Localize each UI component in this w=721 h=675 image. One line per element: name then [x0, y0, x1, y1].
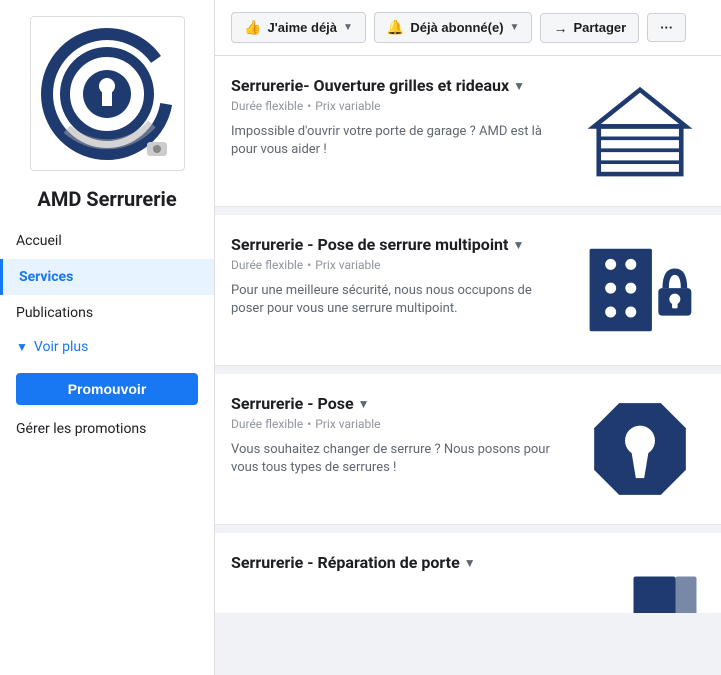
service-desc-2: Pour une meilleure sécurité, nous nous o… — [231, 282, 559, 318]
thumbs-up-icon: 👍 — [244, 19, 261, 36]
service-info-2: Serrurerie - Pose de serrure multipoint … — [231, 235, 575, 318]
jaime-button[interactable]: 👍 J'aime déjà ▼ — [231, 12, 366, 43]
voir-plus-label: Voir plus — [34, 339, 88, 355]
page-name: AMD Serrurerie — [0, 179, 214, 223]
nav-item-accueil[interactable]: Accueil — [0, 223, 214, 259]
service-card-2: Serrurerie - Pose de serrure multipoint … — [215, 215, 721, 366]
nav-item-services[interactable]: Services — [0, 259, 214, 295]
more-label: ··· — [660, 20, 673, 35]
service-image-1 — [575, 76, 705, 186]
service-meta-3: Durée flexible • Prix variable — [231, 417, 559, 431]
service-title-1: Serrurerie- Ouverture grilles et rideaux… — [231, 76, 559, 95]
more-button[interactable]: ··· — [647, 13, 686, 42]
chevron-down-icon: ▼ — [358, 397, 370, 411]
share-icon: → — [553, 20, 567, 36]
service-image-3 — [575, 394, 705, 504]
nav-item-publications[interactable]: Publications — [0, 295, 214, 331]
service-title-3: Serrurerie - Pose ▼ — [231, 394, 559, 413]
action-bar: 👍 J'aime déjà ▼ 🔔 Déjà abonné(e) ▼ → Par… — [215, 0, 721, 56]
service-card-4-partial: Serrurerie - Réparation de porte ▼ — [215, 533, 721, 613]
partager-label: Partager — [573, 20, 626, 35]
jaime-label: J'aime déjà — [267, 20, 337, 35]
main-content: 👍 J'aime déjà ▼ 🔔 Déjà abonné(e) ▼ → Par… — [215, 0, 721, 675]
gerer-promotions-link[interactable]: Gérer les promotions — [0, 415, 214, 449]
service-title-4: Serrurerie - Réparation de porte ▼ — [231, 553, 609, 572]
chevron-down-icon: ▼ — [16, 340, 28, 354]
service-desc-3: Vous souhaitez changer de serrure ? Nous… — [231, 441, 559, 477]
services-list: Serrurerie- Ouverture grilles et rideaux… — [215, 56, 721, 675]
service-desc-1: Impossible d'ouvrir votre porte de garag… — [231, 123, 559, 159]
abonne-button[interactable]: 🔔 Déjà abonné(e) ▼ — [374, 12, 533, 43]
service-info-1: Serrurerie- Ouverture grilles et rideaux… — [231, 76, 575, 159]
service-card-3: Serrurerie - Pose ▼ Durée flexible • Pri… — [215, 374, 721, 525]
promouvoir-button[interactable]: Promouvoir — [16, 373, 198, 405]
abonne-label: Déjà abonné(e) — [410, 20, 503, 35]
chevron-down-icon: ▼ — [343, 22, 353, 33]
bell-icon: 🔔 — [387, 19, 404, 36]
profile-image-container — [0, 0, 214, 179]
chevron-down-icon: ▼ — [512, 238, 524, 252]
voir-plus-toggle[interactable]: ▼ Voir plus — [0, 331, 214, 363]
service-meta-1: Durée flexible • Prix variable — [231, 99, 559, 113]
service-info-3: Serrurerie - Pose ▼ Durée flexible • Pri… — [231, 394, 575, 477]
service-image-4 — [625, 553, 705, 613]
chevron-down-icon: ▼ — [510, 22, 520, 33]
sidebar: AMD Serrurerie Accueil Services Publicat… — [0, 0, 215, 675]
chevron-down-icon: ▼ — [513, 79, 525, 93]
partager-button[interactable]: → Partager — [540, 13, 639, 43]
service-meta-2: Durée flexible • Prix variable — [231, 258, 559, 272]
service-image-2 — [575, 235, 705, 345]
service-title-2: Serrurerie - Pose de serrure multipoint … — [231, 235, 559, 254]
profile-image — [30, 16, 185, 171]
chevron-down-icon: ▼ — [464, 556, 476, 570]
service-card-1: Serrurerie- Ouverture grilles et rideaux… — [215, 56, 721, 207]
service-info-4: Serrurerie - Réparation de porte ▼ — [231, 553, 625, 576]
